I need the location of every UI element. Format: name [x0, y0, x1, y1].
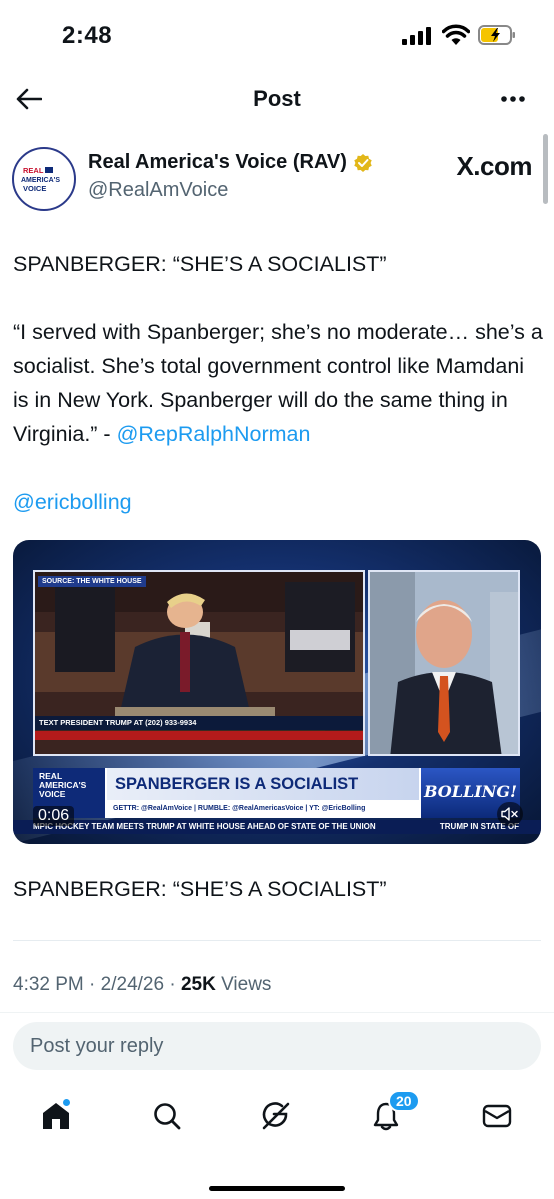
tab-messages[interactable]: [477, 1096, 517, 1136]
divider: [0, 1012, 554, 1013]
search-icon: [154, 1103, 181, 1130]
mute-button[interactable]: [497, 802, 523, 826]
video-right-panel: [368, 570, 520, 756]
author-name[interactable]: Real America's Voice (RAV): [88, 151, 373, 174]
video-scene-right: [370, 572, 518, 754]
video-frame: SOURCE: THE WHITE HOUSE TEXT PRESIDENT T…: [13, 540, 541, 844]
tab-grok[interactable]: [256, 1096, 296, 1136]
source-tag: SOURCE: THE WHITE HOUSE: [38, 576, 146, 587]
status-time: 2:48: [62, 22, 113, 49]
grok-icon: [262, 1102, 290, 1130]
svg-text:VOICE: VOICE: [23, 184, 46, 193]
video-timestamp: 0:06: [33, 806, 75, 826]
more-icon: [501, 96, 525, 102]
wifi-icon: [442, 24, 470, 45]
post-time[interactable]: 4:32 PM: [13, 974, 84, 995]
divider: [13, 940, 541, 941]
views-count: 25K: [180, 974, 216, 995]
media-caption: SPANBERGER: “SHE’S A SOCIALIST”: [13, 877, 387, 901]
home-indicator: [209, 1186, 345, 1191]
video-left-panel: SOURCE: THE WHITE HOUSE TEXT PRESIDENT T…: [33, 570, 365, 756]
video-ticker: MPIC HOCKEY TEAM MEETS TRUMP AT WHITE HO…: [13, 820, 541, 834]
post-quote: “I served with Spanberger; she’s no mode…: [13, 315, 543, 451]
author-row: REAL AMERICA'S VOICE Real America's Voic…: [12, 145, 542, 215]
svg-text:AMERICA'S: AMERICA'S: [21, 177, 60, 184]
verified-badge-icon: [354, 153, 372, 172]
more-button[interactable]: [496, 82, 530, 116]
svg-text:REAL: REAL: [23, 166, 44, 175]
home-indicator-dot: [62, 1098, 71, 1107]
scrollbar[interactable]: [543, 134, 548, 204]
tab-notifications[interactable]: 20: [366, 1090, 420, 1136]
post-date[interactable]: 2/24/26: [101, 974, 164, 995]
tab-bar: 20: [0, 1088, 554, 1148]
reply-placeholder: Post your reply: [30, 1035, 164, 1057]
notification-badge: 20: [388, 1090, 420, 1112]
reply-input[interactable]: Post your reply: [13, 1022, 541, 1070]
post-headline: SPANBERGER: “SHE’S A SOCIALIST”: [13, 252, 387, 276]
post-meta: 4:32 PM · 2/24/26 · 25K Views: [13, 974, 272, 995]
author-name-text: Real America's Voice (RAV): [88, 151, 347, 173]
video-lower-third: REAL AMERICA'S VOICE SPANBERGER IS A SOC…: [33, 768, 520, 818]
video-player[interactable]: SOURCE: THE WHITE HOUSE TEXT PRESIDENT T…: [13, 540, 541, 844]
tab-search[interactable]: [147, 1096, 187, 1136]
author-handle[interactable]: @RealAmVoice: [88, 179, 228, 202]
post-text: SPANBERGER: “SHE’S A SOCIALIST” “I serve…: [13, 247, 543, 519]
ticker-text: MPIC HOCKEY TEAM MEETS TRUMP AT WHITE HO…: [33, 822, 376, 831]
battery-icon: [478, 25, 515, 45]
video-socials: GETTR: @RealAmVoice | RUMBLE: @RealAmeri…: [107, 801, 419, 818]
page-title: Post: [253, 86, 301, 111]
post-header: Post: [0, 72, 554, 126]
tab-home[interactable]: [36, 1096, 76, 1136]
mention-link[interactable]: @ericbolling: [13, 490, 132, 514]
xcom-watermark: X.com: [456, 151, 532, 181]
video-text-strip: TEXT PRESIDENT TRUMP AT (202) 933-9934: [35, 716, 363, 730]
mute-icon: [501, 807, 518, 821]
status-bar: 2:48: [0, 0, 554, 70]
mail-icon: [482, 1104, 512, 1128]
video-red-strip: [35, 731, 363, 740]
video-headline: SPANBERGER IS A SOCIALIST: [107, 768, 419, 800]
signal-icon: [402, 27, 431, 45]
views-label: Views: [221, 974, 272, 995]
avatar[interactable]: REAL AMERICA'S VOICE: [12, 147, 76, 211]
mention-link[interactable]: @RepRalphNorman: [117, 422, 311, 446]
rav-logo: REAL AMERICA'S VOICE: [15, 150, 73, 208]
